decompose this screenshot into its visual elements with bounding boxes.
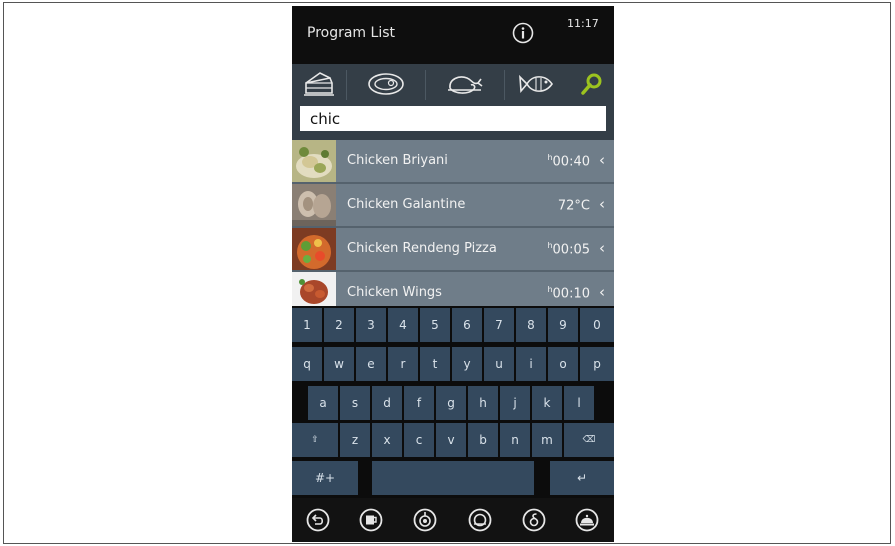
key-1[interactable]: 1	[292, 308, 322, 342]
key-j[interactable]: j	[500, 386, 530, 420]
delta-icon[interactable]	[522, 508, 546, 532]
program-name: Chicken Rendeng Pizza	[347, 241, 497, 256]
cloche-icon[interactable]	[575, 508, 599, 532]
program-time: h00:05	[547, 241, 590, 257]
key-4[interactable]: 4	[388, 308, 418, 342]
category-fish[interactable]	[505, 64, 569, 104]
info-icon[interactable]	[512, 22, 534, 44]
key-x[interactable]: x	[372, 423, 402, 457]
program-name: Chicken Briyani	[347, 153, 448, 168]
key-w[interactable]: w	[324, 347, 354, 381]
enter-key[interactable]: ↵	[550, 461, 614, 495]
category-meat[interactable]	[347, 64, 425, 104]
key-6[interactable]: 6	[452, 308, 482, 342]
page-title: Program List	[307, 25, 395, 41]
key-8[interactable]: 8	[516, 308, 546, 342]
list-item[interactable]: Chicken Rendeng Pizza h00:05 ‹	[292, 228, 614, 272]
key-v[interactable]: v	[436, 423, 466, 457]
cup-icon[interactable]	[359, 508, 383, 532]
key-t[interactable]: t	[420, 347, 450, 381]
plate-icon[interactable]	[468, 508, 492, 532]
food-thumbnail	[292, 228, 336, 272]
key-a[interactable]: a	[308, 386, 338, 420]
key-7[interactable]: 7	[484, 308, 514, 342]
program-name: Chicken Wings	[347, 285, 442, 300]
category-search[interactable]	[569, 64, 614, 104]
program-list: Chicken Briyani h00:40 ‹ Chicken Galanti…	[292, 140, 614, 306]
oven-screen: Program List 11:17 chic Chicken Briyani …	[292, 6, 614, 542]
program-time: h00:40	[547, 153, 590, 169]
chevron-left-icon: ‹	[599, 195, 605, 213]
space-key[interactable]	[372, 461, 534, 495]
food-thumbnail	[292, 184, 336, 228]
on-screen-keyboard: 1 2 3 4 5 6 7 8 9 0 q w e r t y u i o p …	[292, 306, 614, 498]
key-h[interactable]: h	[468, 386, 498, 420]
search-bar	[292, 104, 614, 140]
program-time-value: 00:05	[552, 242, 590, 258]
key-g[interactable]: g	[436, 386, 466, 420]
program-time: h00:10	[547, 285, 590, 301]
key-u[interactable]: u	[484, 347, 514, 381]
symbols-key[interactable]: #+	[292, 461, 358, 495]
key-f[interactable]: f	[404, 386, 434, 420]
category-cake[interactable]	[292, 64, 346, 104]
food-thumbnail	[292, 140, 336, 184]
program-time: 72°C	[558, 197, 590, 213]
category-bar	[292, 64, 614, 104]
program-time-value: 72°C	[557, 198, 590, 214]
key-y[interactable]: y	[452, 347, 482, 381]
key-q[interactable]: q	[292, 347, 322, 381]
cooking-mode-icon[interactable]	[413, 508, 437, 532]
list-item[interactable]: Chicken Briyani h00:40 ‹	[292, 140, 614, 184]
key-5[interactable]: 5	[420, 308, 450, 342]
key-c[interactable]: c	[404, 423, 434, 457]
key-z[interactable]: z	[340, 423, 370, 457]
chevron-left-icon: ‹	[599, 239, 605, 257]
steak-icon	[368, 73, 404, 95]
key-3[interactable]: 3	[356, 308, 386, 342]
category-poultry[interactable]	[426, 64, 504, 104]
poultry-icon	[448, 76, 483, 94]
shift-key[interactable]: ⇧	[292, 423, 338, 457]
key-l[interactable]: l	[564, 386, 594, 420]
list-item[interactable]: Chicken Wings h00:10 ‹	[292, 272, 614, 306]
key-n[interactable]: n	[500, 423, 530, 457]
key-e[interactable]: e	[356, 347, 386, 381]
program-time-value: 00:10	[552, 286, 590, 302]
key-p[interactable]: p	[580, 347, 614, 381]
key-m[interactable]: m	[532, 423, 562, 457]
key-o[interactable]: o	[548, 347, 578, 381]
chevron-left-icon: ‹	[599, 151, 605, 169]
food-thumbnail	[292, 272, 336, 306]
header-bar: Program List 11:17	[292, 6, 614, 64]
clock: 11:17	[567, 17, 599, 30]
back-icon[interactable]	[306, 508, 330, 532]
cake-icon	[304, 72, 334, 96]
key-i[interactable]: i	[516, 347, 546, 381]
key-0[interactable]: 0	[580, 308, 614, 342]
bottom-nav	[292, 498, 614, 542]
backspace-key[interactable]: ⌫	[564, 423, 614, 457]
search-icon	[580, 73, 601, 95]
key-k[interactable]: k	[532, 386, 562, 420]
key-b[interactable]: b	[468, 423, 498, 457]
chevron-left-icon: ‹	[599, 283, 605, 301]
search-input[interactable]	[300, 106, 606, 131]
key-9[interactable]: 9	[548, 308, 578, 342]
key-s[interactable]: s	[340, 386, 370, 420]
key-2[interactable]: 2	[324, 308, 354, 342]
key-r[interactable]: r	[388, 347, 418, 381]
fish-icon	[519, 74, 553, 93]
list-item[interactable]: Chicken Galantine 72°C ‹	[292, 184, 614, 228]
program-time-value: 00:40	[552, 154, 590, 170]
key-d[interactable]: d	[372, 386, 402, 420]
program-name: Chicken Galantine	[347, 197, 466, 212]
